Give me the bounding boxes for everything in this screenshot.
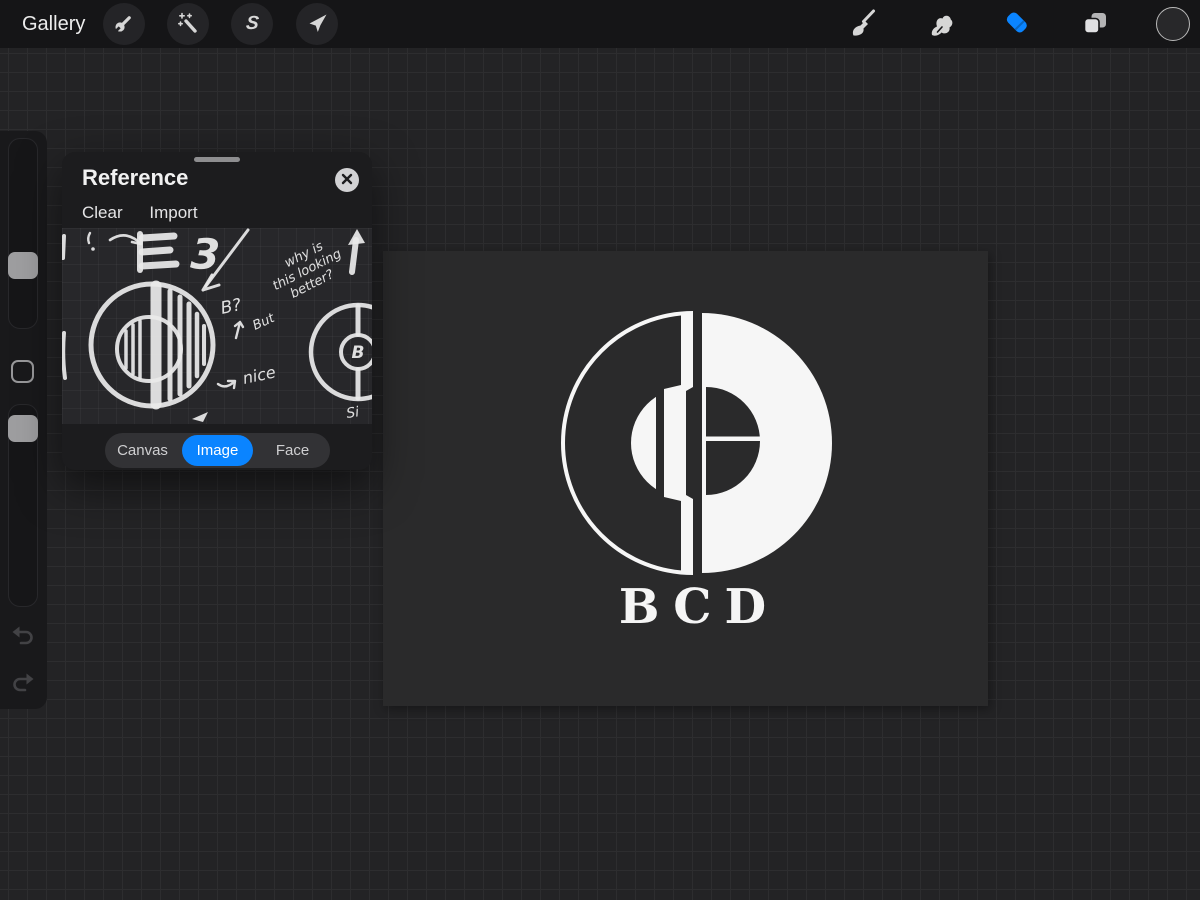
eraser-icon — [1002, 8, 1032, 41]
brush-size-slider[interactable] — [8, 138, 38, 329]
svg-text:B: B — [352, 343, 365, 363]
logo-wordmark: BCD — [619, 579, 779, 631]
svg-text:Si: Si — [345, 404, 360, 422]
tab-image[interactable]: Image — [182, 435, 253, 466]
brush-tool-button[interactable] — [844, 6, 880, 42]
transform-arrow-icon — [305, 11, 329, 38]
eraser-tool-button[interactable] — [999, 6, 1035, 42]
logo-right-divider — [706, 437, 762, 442]
sketch-e-scribble — [140, 234, 176, 270]
reference-panel: Reference Clear Import — [62, 152, 372, 470]
svg-text:But: But — [251, 311, 278, 334]
reference-sketch: 3 why is this looking better? — [62, 228, 372, 424]
logo-left-stripe — [656, 385, 664, 501]
close-button[interactable] — [335, 168, 359, 192]
opacity-handle[interactable] — [8, 415, 38, 442]
redo-button[interactable] — [10, 669, 36, 695]
paint-brush-icon — [847, 8, 877, 41]
sketch-note: why is this looking better? — [264, 233, 351, 307]
top-toolbar: Gallery — [0, 0, 1200, 48]
reference-image[interactable]: 3 why is this looking better? — [62, 228, 372, 424]
gallery-button[interactable]: Gallery — [22, 0, 85, 48]
reference-tab-bar: Canvas Image Face — [105, 433, 330, 468]
brush-sidebar — [0, 131, 47, 709]
svg-text:nice: nice — [241, 362, 278, 388]
wrench-icon — [112, 11, 136, 38]
modify-button[interactable] — [11, 360, 34, 383]
undo-icon — [10, 636, 36, 651]
logo-center-bar — [664, 312, 693, 574]
sketch-main-circle — [91, 284, 213, 406]
redo-icon — [10, 683, 36, 698]
adjustments-button[interactable] — [167, 3, 209, 45]
sketch-nice-note: nice — [218, 362, 277, 388]
close-icon — [341, 173, 353, 188]
procreate-app: Gallery — [0, 0, 1200, 900]
layers-button[interactable] — [1077, 6, 1113, 42]
color-swatch[interactable] — [1156, 7, 1190, 41]
magic-wand-icon — [176, 11, 200, 38]
sketch-up-arrow — [348, 229, 365, 272]
panel-title: Reference — [82, 165, 188, 191]
panel-actions: Clear Import — [82, 203, 198, 223]
actions-button[interactable] — [103, 3, 145, 45]
selection-button[interactable]: S — [231, 3, 273, 45]
tab-face[interactable]: Face — [257, 435, 328, 466]
panel-drag-handle[interactable] — [194, 157, 240, 162]
undo-button[interactable] — [10, 622, 36, 648]
smudge-tool-button[interactable] — [922, 6, 958, 42]
import-button[interactable]: Import — [149, 203, 197, 222]
tab-canvas[interactable]: Canvas — [107, 435, 178, 466]
layers-icon — [1080, 8, 1110, 41]
smudge-finger-icon — [925, 8, 955, 41]
bcd-logo: BCD — [553, 301, 843, 631]
artwork-canvas[interactable]: BCD — [383, 251, 988, 706]
sketch-triangle-cursor — [192, 412, 208, 422]
brush-size-handle[interactable] — [8, 252, 38, 279]
sketch-b-question: B? — [219, 295, 243, 319]
transform-button[interactable] — [296, 3, 338, 45]
selection-s-icon: S — [245, 13, 260, 35]
sketch-tick — [88, 233, 90, 243]
sketch-b-circle: B Si — [311, 305, 372, 422]
clear-button[interactable]: Clear — [82, 203, 123, 222]
